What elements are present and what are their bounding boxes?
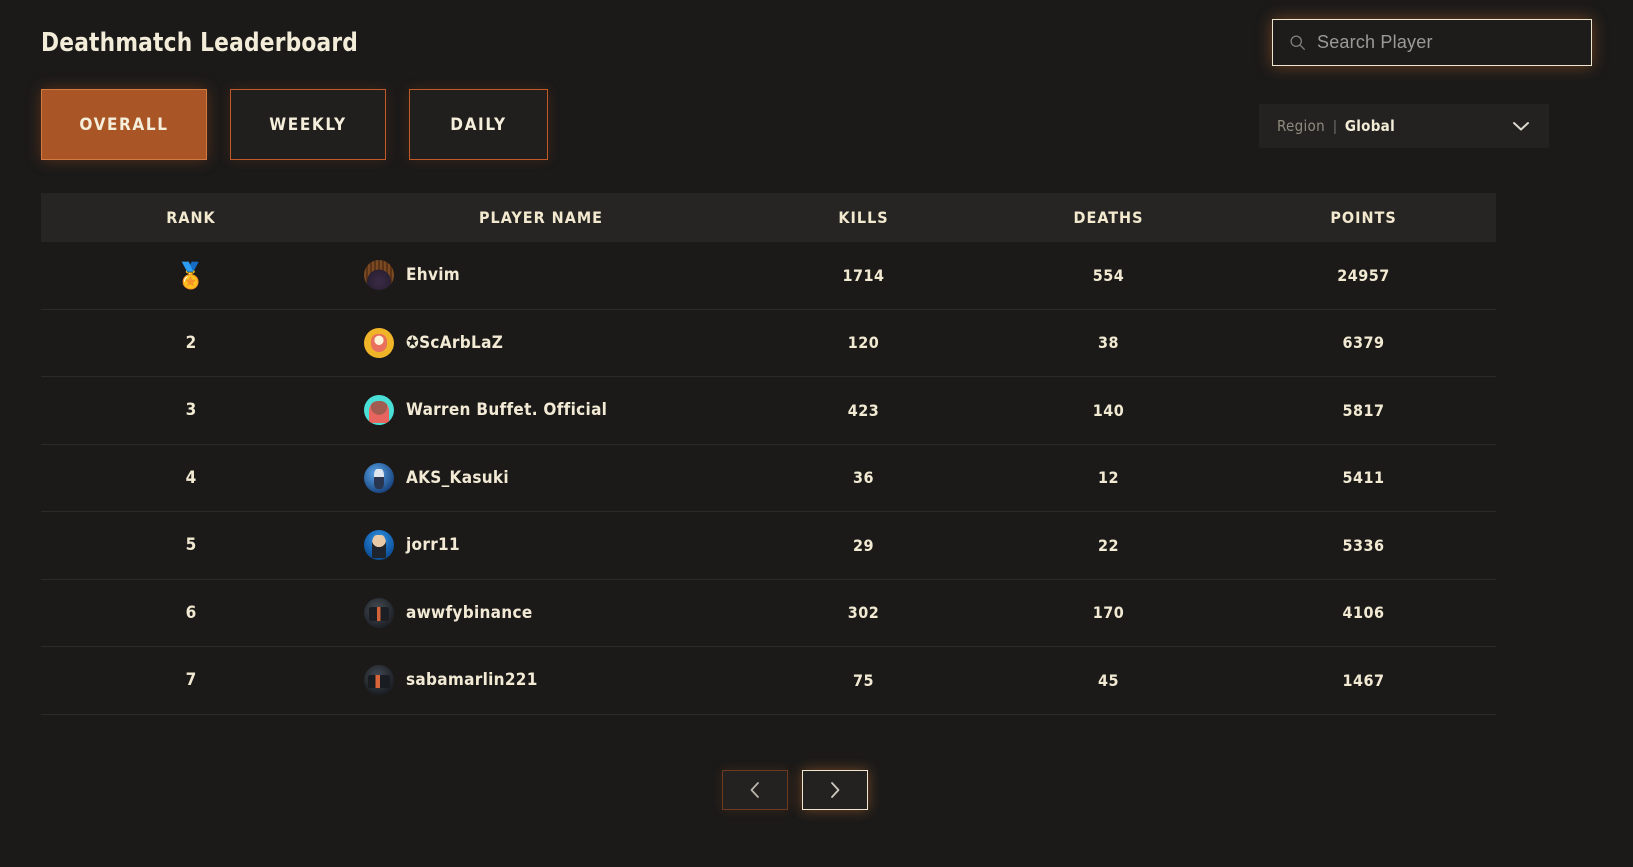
tab-overall-label: OVERALL bbox=[79, 114, 169, 135]
tab-daily-label: DAILY bbox=[450, 114, 507, 135]
points-value: 5411 bbox=[1342, 468, 1385, 488]
avatar bbox=[364, 597, 394, 628]
top-bar: Deathmatch Leaderboard OVERALL WEEKLY DA… bbox=[0, 0, 1633, 182]
gold-medal-icon: 🏅 bbox=[175, 260, 207, 290]
kills-value: 302 bbox=[847, 603, 880, 623]
table-row[interactable]: 6 awwfybinance 302 170 4106 bbox=[41, 580, 1496, 647]
tab-weekly-label: WEEKLY bbox=[269, 114, 347, 135]
rank-cell: 3 bbox=[185, 400, 197, 421]
kills-value: 120 bbox=[847, 333, 880, 353]
avatar bbox=[364, 327, 394, 358]
table-row[interactable]: 5 jorr11 29 22 5336 bbox=[41, 512, 1496, 580]
avatar bbox=[364, 260, 394, 291]
avatar bbox=[364, 462, 394, 493]
pagination bbox=[722, 770, 868, 810]
column-header-kills: KILLS bbox=[838, 208, 889, 227]
points-value: 5336 bbox=[1342, 535, 1385, 555]
region-dropdown[interactable]: Region | Global bbox=[1259, 104, 1549, 148]
next-page-button[interactable] bbox=[802, 770, 868, 810]
rank-cell: 4 bbox=[185, 467, 197, 488]
search-icon bbox=[1290, 35, 1305, 50]
chevron-right-icon bbox=[831, 782, 840, 798]
page-title: Deathmatch Leaderboard bbox=[41, 28, 359, 58]
player-name: awwfybinance bbox=[406, 602, 533, 623]
table-row[interactable]: 3 Warren Buffet. Official 423 140 5817 bbox=[41, 377, 1496, 445]
points-value: 24957 bbox=[1337, 265, 1390, 285]
search-input[interactable] bbox=[1317, 32, 1575, 53]
region-value: Global bbox=[1344, 117, 1395, 135]
chevron-left-icon bbox=[750, 782, 759, 798]
kills-value: 36 bbox=[852, 468, 875, 488]
deaths-value: 554 bbox=[1092, 265, 1125, 285]
player-name: ✪ScArbLaZ bbox=[406, 332, 504, 353]
tab-overall[interactable]: OVERALL bbox=[41, 89, 207, 160]
player-cell: Ehvim bbox=[341, 260, 741, 291]
table-row[interactable]: 🏅 Ehvim 1714 554 24957 bbox=[41, 242, 1496, 310]
column-header-player: PLAYER NAME bbox=[478, 208, 604, 227]
deaths-value: 45 bbox=[1097, 670, 1120, 690]
kills-value: 75 bbox=[852, 670, 875, 690]
column-header-points: POINTS bbox=[1330, 208, 1397, 227]
avatar bbox=[364, 665, 394, 696]
deaths-value: 22 bbox=[1097, 535, 1120, 555]
chevron-down-icon bbox=[1513, 122, 1529, 131]
table-row[interactable]: 2 ✪ScArbLaZ 120 38 6379 bbox=[41, 310, 1496, 377]
deaths-value: 140 bbox=[1092, 400, 1125, 420]
kills-value: 1714 bbox=[842, 265, 885, 285]
kills-value: 29 bbox=[852, 535, 875, 555]
table-row[interactable]: 7 sabamarlin221 75 45 1467 bbox=[41, 647, 1496, 715]
rank-cell: 🏅 bbox=[41, 263, 341, 288]
deaths-value: 38 bbox=[1097, 333, 1120, 353]
player-cell: awwfybinance bbox=[341, 597, 741, 628]
rank-cell: 7 bbox=[185, 670, 197, 691]
region-separator: | bbox=[1332, 117, 1337, 135]
avatar bbox=[364, 395, 394, 426]
rank-cell: 2 bbox=[185, 332, 197, 353]
points-value: 6379 bbox=[1342, 333, 1385, 353]
tab-weekly[interactable]: WEEKLY bbox=[230, 89, 386, 160]
player-cell: sabamarlin221 bbox=[341, 665, 741, 696]
timeframe-tabs: OVERALL WEEKLY DAILY bbox=[41, 89, 548, 160]
table-row[interactable]: 4 AKS_Kasuki 36 12 5411 bbox=[41, 445, 1496, 512]
leaderboard-table: RANK PLAYER NAME KILLS DEATHS POINTS 🏅 E… bbox=[41, 193, 1496, 715]
avatar bbox=[364, 530, 394, 561]
table-header-row: RANK PLAYER NAME KILLS DEATHS POINTS bbox=[41, 193, 1496, 242]
tab-daily[interactable]: DAILY bbox=[409, 89, 548, 160]
player-name: jorr11 bbox=[406, 535, 460, 556]
player-name: Warren Buffet. Official bbox=[406, 400, 608, 421]
player-name: AKS_Kasuki bbox=[406, 467, 509, 488]
player-cell: ✪ScArbLaZ bbox=[341, 327, 741, 358]
rank-cell: 6 bbox=[185, 602, 197, 623]
region-label: Region bbox=[1277, 117, 1325, 135]
deaths-value: 170 bbox=[1092, 603, 1125, 623]
player-cell: AKS_Kasuki bbox=[341, 462, 741, 493]
column-header-rank: RANK bbox=[166, 208, 216, 227]
player-cell: Warren Buffet. Official bbox=[341, 395, 741, 426]
leaderboard-page: Deathmatch Leaderboard OVERALL WEEKLY DA… bbox=[0, 0, 1633, 867]
previous-page-button[interactable] bbox=[722, 770, 788, 810]
player-name: sabamarlin221 bbox=[406, 670, 538, 691]
deaths-value: 12 bbox=[1097, 468, 1120, 488]
kills-value: 423 bbox=[847, 400, 880, 420]
points-value: 4106 bbox=[1342, 603, 1385, 623]
player-cell: jorr11 bbox=[341, 530, 741, 561]
search-box[interactable] bbox=[1272, 19, 1592, 66]
points-value: 5817 bbox=[1342, 400, 1385, 420]
points-value: 1467 bbox=[1342, 670, 1385, 690]
rank-cell: 5 bbox=[185, 535, 197, 556]
player-name: Ehvim bbox=[406, 265, 460, 286]
column-header-deaths: DEATHS bbox=[1073, 208, 1144, 227]
